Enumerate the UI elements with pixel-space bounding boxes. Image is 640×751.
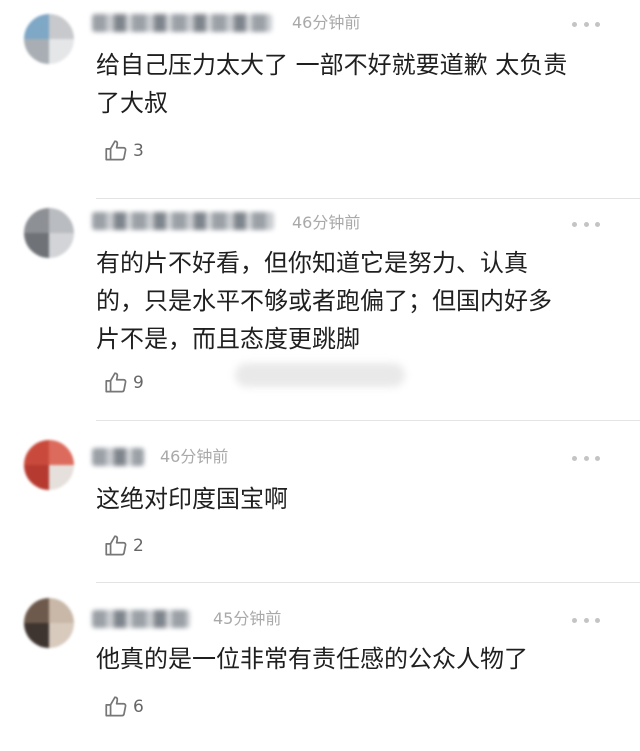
username-blurred[interactable] <box>92 14 272 32</box>
comment-time: 46分钟前 <box>292 13 361 32</box>
more-options-icon[interactable] <box>572 220 600 228</box>
thumbs-up-icon <box>105 696 127 717</box>
like-button[interactable]: 9 <box>103 369 144 397</box>
username-blurred[interactable] <box>92 610 190 628</box>
comment-item: 46分钟前 这绝对印度国宝啊 2 <box>0 422 640 584</box>
thumbs-up-icon <box>105 140 127 161</box>
comment-time: 46分钟前 <box>292 213 361 232</box>
avatar[interactable] <box>24 440 74 490</box>
more-options-icon[interactable] <box>572 20 600 28</box>
like-button[interactable]: 2 <box>103 532 144 560</box>
comment-time: 46分钟前 <box>160 447 229 466</box>
avatar[interactable] <box>24 208 74 258</box>
username-blurred[interactable] <box>92 212 274 230</box>
comment-item: 46分钟前 有的片不好看，但你知道它是努力、认真 的，只是水平不够或者跑偏了；但… <box>0 200 640 422</box>
divider <box>96 420 640 421</box>
comment-text: 有的片不好看，但你知道它是努力、认真 的，只是水平不够或者跑偏了；但国内好多 片… <box>96 249 552 353</box>
like-button[interactable]: 6 <box>103 693 144 721</box>
comment-text: 给自己压力太大了 一部不好就要道歉 太负责 了大叔 <box>96 51 568 117</box>
blurred-mark <box>235 363 405 387</box>
like-count: 2 <box>133 536 144 556</box>
comment-item: 45分钟前 他真的是一位非常有责任感的公众人物了 6 <box>0 584 640 751</box>
comment-time: 45分钟前 <box>213 609 282 628</box>
username-blurred[interactable] <box>92 448 144 466</box>
like-count: 6 <box>133 697 144 717</box>
more-options-icon[interactable] <box>572 454 600 462</box>
avatar[interactable] <box>24 14 74 64</box>
avatar[interactable] <box>24 598 74 648</box>
comment-item: 46分钟前 给自己压力太大了 一部不好就要道歉 太负责 了大叔 3 <box>0 0 640 200</box>
like-count: 9 <box>133 373 144 393</box>
thumbs-up-icon <box>105 372 127 393</box>
more-options-icon[interactable] <box>572 616 600 624</box>
divider <box>96 198 640 199</box>
thumbs-up-icon <box>105 535 127 556</box>
like-count: 3 <box>133 141 144 161</box>
comment-text: 他真的是一位非常有责任感的公众人物了 <box>96 645 528 673</box>
divider <box>96 582 640 583</box>
comment-text: 这绝对印度国宝啊 <box>96 485 288 513</box>
like-button[interactable]: 3 <box>103 137 144 165</box>
